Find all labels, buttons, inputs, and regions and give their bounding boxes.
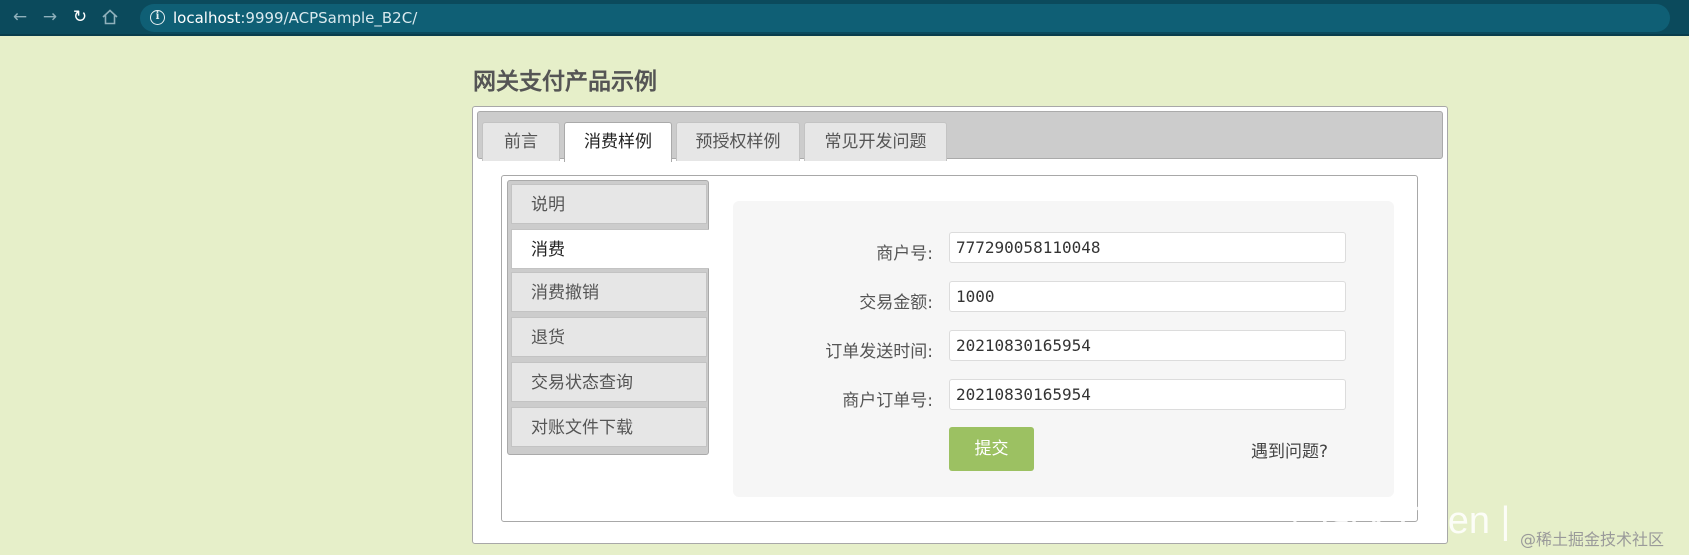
url-text[interactable]: localhost:9999/ACPSample_B2C/ xyxy=(173,9,417,27)
tabs-widget: 前言 消费样例 预授权样例 常见开发问题 说明 消费 消费撤销 退货 交易状态查… xyxy=(472,106,1448,544)
amount-field[interactable]: 1000 xyxy=(949,281,1346,312)
side-tab-reconciliation-download[interactable]: 对账文件下载 xyxy=(511,407,707,447)
arrow-right-icon[interactable]: → xyxy=(40,7,60,27)
order-id-field[interactable]: 20210830165954 xyxy=(949,379,1346,410)
merchant-id-label: 商户号: xyxy=(876,244,933,264)
info-icon[interactable]: i xyxy=(150,10,165,25)
side-tab-list: 说明 消费 消费撤销 退货 交易状态查询 对账文件下载 xyxy=(507,180,709,455)
help-link[interactable]: 遇到问题? xyxy=(1251,437,1328,462)
side-tab-refund[interactable]: 退货 xyxy=(511,317,707,357)
top-tab-bar: 前言 消费样例 预授权样例 常见开发问题 xyxy=(477,111,1443,162)
tab-purchase-sample[interactable]: 消费样例 xyxy=(564,122,672,162)
tab-foreword[interactable]: 前言 xyxy=(482,122,560,161)
side-tab-description[interactable]: 说明 xyxy=(511,184,707,224)
side-tab-query-status[interactable]: 交易状态查询 xyxy=(511,362,707,402)
tab-content-panel: 说明 消费 消费撤销 退货 交易状态查询 对账文件下载 商户号: 7772900… xyxy=(501,175,1418,522)
side-tab-purchase-cancel[interactable]: 消费撤销 xyxy=(511,272,707,312)
address-bar[interactable]: i localhost:9999/ACPSample_B2C/ xyxy=(140,4,1670,32)
reload-icon[interactable]: ↻ xyxy=(70,7,90,27)
url-host: localhost xyxy=(173,9,241,27)
order-time-label: 订单发送时间: xyxy=(825,342,933,362)
watermark-community: @稀土掘金技术社区 xyxy=(1520,530,1665,549)
order-id-label: 商户订单号: xyxy=(842,391,933,411)
page-title: 网关支付产品示例 xyxy=(473,69,657,95)
watermark-brand: | Jack Chen | xyxy=(1290,500,1511,542)
purchase-form: 商户号: 777290058110048 交易金额: 1000 订单发送时间: … xyxy=(733,201,1394,497)
side-tab-purchase[interactable]: 消费 xyxy=(511,229,709,269)
amount-label: 交易金额: xyxy=(859,293,933,313)
arrow-left-icon[interactable]: ← xyxy=(10,7,30,27)
submit-button[interactable]: 提交 xyxy=(949,427,1034,471)
tab-preauth-sample[interactable]: 预授权样例 xyxy=(676,122,800,161)
browser-toolbar: ← → ↻ i localhost:9999/ACPSample_B2C/ xyxy=(0,0,1689,36)
home-icon[interactable] xyxy=(100,7,120,27)
url-path: :9999/ACPSample_B2C/ xyxy=(240,9,418,27)
merchant-id-field[interactable]: 777290058110048 xyxy=(949,232,1346,263)
order-time-field[interactable]: 20210830165954 xyxy=(949,330,1346,361)
tab-faq[interactable]: 常见开发问题 xyxy=(804,122,947,161)
